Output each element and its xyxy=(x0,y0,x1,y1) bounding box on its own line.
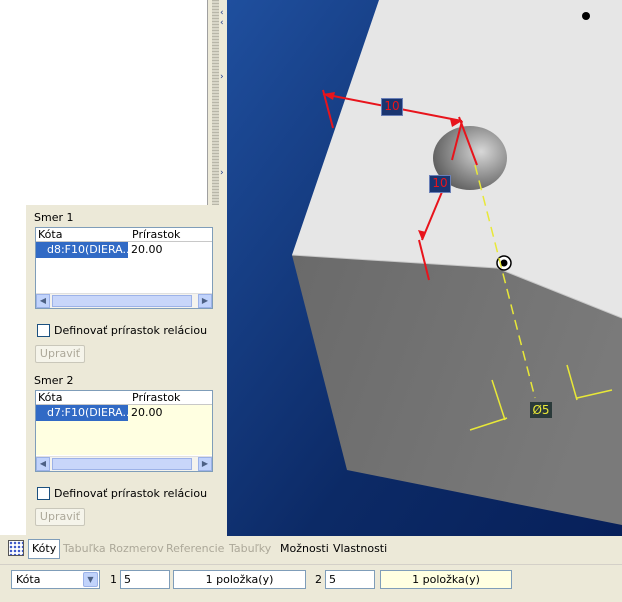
col-increment-header: Prírastok xyxy=(132,391,181,404)
tab-moznosti[interactable]: Možnosti xyxy=(280,539,329,559)
scroll-left-icon[interactable]: ◀ xyxy=(36,294,50,308)
direction1-count-input[interactable]: 5 xyxy=(120,570,170,589)
tab-tabulka-rozmerov[interactable]: Tabuľka Rozmerov xyxy=(63,539,164,559)
table-row[interactable]: d7:F10(DIERA... 20.00 xyxy=(36,405,212,421)
table-header: Kóta Prírastok xyxy=(36,228,212,242)
tab-referencie[interactable]: Referencie xyxy=(166,539,224,559)
edit-button[interactable]: Upraviť xyxy=(35,508,85,526)
scroll-left-icon[interactable]: ◀ xyxy=(36,457,50,471)
direction1-label: 1 xyxy=(110,573,117,586)
col-increment-header: Prírastok xyxy=(132,228,181,241)
increment-cell[interactable]: 20.00 xyxy=(131,405,163,421)
scroll-right-icon[interactable]: ▶ xyxy=(198,457,212,471)
dimension-cell[interactable]: d8:F10(DIERA... xyxy=(36,242,128,258)
col-dimension-header: Kóta xyxy=(38,391,63,404)
tab-vlastnosti[interactable]: Vlastnosti xyxy=(333,539,387,559)
direction1-title: Smer 1 xyxy=(34,211,74,224)
horizontal-scrollbar[interactable]: ◀ ▶ xyxy=(36,293,212,308)
datum-point-icon xyxy=(582,12,590,20)
dashboard-tabs-bar: Kóty Tabuľka Rozmerov Referencie Tabuľky… xyxy=(0,536,622,564)
direction2-label: 2 xyxy=(315,573,322,586)
relation-increment-label: Definovať prírastok reláciou xyxy=(54,487,208,500)
expand-right-icon[interactable]: › xyxy=(220,168,226,178)
direction1-dimension-table[interactable]: Kóta Prírastok d8:F10(DIERA... 20.00 ◀ ▶ xyxy=(35,227,213,309)
expand-left-icon[interactable]: ‹ xyxy=(220,18,226,28)
panel-splitter[interactable]: ‹ ‹ › › xyxy=(208,0,226,205)
dimension-cell[interactable]: d7:F10(DIERA... xyxy=(36,405,128,421)
horizontal-scrollbar[interactable]: ◀ ▶ xyxy=(36,456,212,471)
increment-cell[interactable]: 20.00 xyxy=(131,242,163,258)
dashboard-bottom-bar: Kóta ▼ 1 5 1 položka(y) 2 5 1 položka(y) xyxy=(0,564,622,602)
direction2-dimension-table[interactable]: Kóta Prírastok d7:F10(DIERA... 20.00 ◀ ▶ xyxy=(35,390,213,472)
direction2-count-input[interactable]: 5 xyxy=(325,570,375,589)
edit-button[interactable]: Upraviť xyxy=(35,345,85,363)
table-header: Kóta Prírastok xyxy=(36,391,212,405)
tab-tabulky[interactable]: Tabuľky xyxy=(229,539,271,559)
scroll-right-icon[interactable]: ▶ xyxy=(198,294,212,308)
expand-left-icon[interactable]: ‹ xyxy=(220,8,226,18)
pattern-tab-icon[interactable] xyxy=(8,540,24,556)
dim-horizontal-label[interactable]: 10 xyxy=(381,98,403,116)
pattern-type-select[interactable]: Kóta ▼ xyxy=(11,570,100,589)
direction2-title: Smer 2 xyxy=(34,374,74,387)
pattern-type-value: Kóta xyxy=(16,573,41,586)
tab-koty[interactable]: Kóty xyxy=(28,539,61,559)
pattern-options-panel: Smer 1 Kóta Prírastok d8:F10(DIERA... 20… xyxy=(26,205,222,535)
graphics-viewport[interactable]: 10 10 Ø5 xyxy=(227,0,622,536)
combo-dropdown-icon[interactable]: ▼ xyxy=(83,572,98,587)
col-dimension-header: Kóta xyxy=(38,228,63,241)
model-canvas[interactable] xyxy=(227,0,622,536)
direction2-items-collector[interactable]: 1 položka(y) xyxy=(380,570,512,589)
expand-right-icon[interactable]: › xyxy=(220,72,226,82)
model-tree-panel[interactable] xyxy=(0,0,208,205)
relation-increment-checkbox[interactable] xyxy=(37,324,50,337)
splitter-grip[interactable] xyxy=(212,0,219,205)
scroll-thumb[interactable] xyxy=(52,295,192,307)
dim-diameter-label[interactable]: Ø5 xyxy=(530,402,552,418)
dim-vertical-label[interactable]: 10 xyxy=(429,175,451,193)
left-margin xyxy=(0,205,26,535)
relation-increment-checkbox[interactable] xyxy=(37,487,50,500)
scroll-thumb[interactable] xyxy=(52,458,192,470)
direction1-items-collector[interactable]: 1 položka(y) xyxy=(173,570,306,589)
relation-increment-label: Definovať prírastok reláciou xyxy=(54,324,208,337)
table-row[interactable]: d8:F10(DIERA... 20.00 xyxy=(36,242,212,258)
